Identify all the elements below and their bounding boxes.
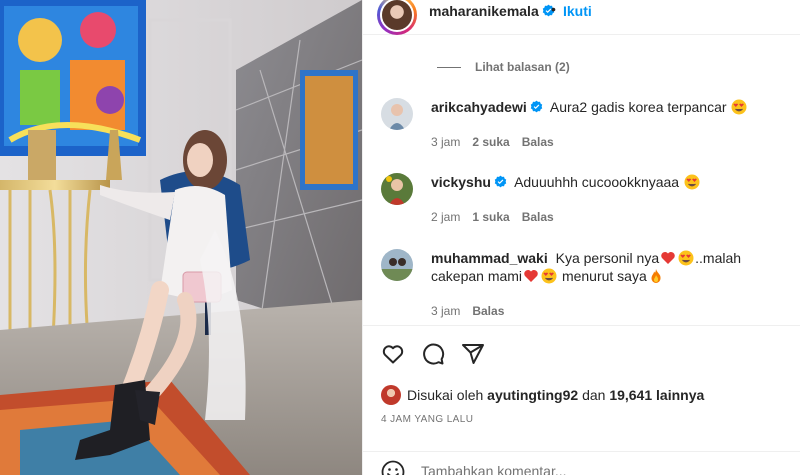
post-panel: maharanikemala • Ikuti Lihat balasan (2)… <box>362 0 800 475</box>
comment-time[interactable]: 3 jam <box>431 135 460 149</box>
add-comment-input[interactable] <box>421 460 781 475</box>
emoji-picker-icon[interactable] <box>381 460 405 475</box>
reply-button[interactable]: Balas <box>522 135 554 149</box>
post-timestamp[interactable]: 4 JAM YANG LALU <box>381 414 473 425</box>
comment-body: menurut saya <box>561 268 647 284</box>
heart-eyes-emoji-icon <box>684 174 700 190</box>
heart-eyes-emoji-icon <box>678 250 694 266</box>
comment-meta: 3 jam 2 suka Balas <box>431 135 566 149</box>
comment-meta: 3 jam Balas <box>431 304 516 318</box>
heart-eyes-emoji-icon <box>541 268 557 284</box>
likes-middle: dan <box>582 387 606 403</box>
comment-likes[interactable]: 1 suka <box>472 210 509 224</box>
comment-time[interactable]: 3 jam <box>431 304 460 318</box>
header-separator: • <box>551 1 556 17</box>
verified-badge-icon <box>530 100 542 113</box>
comment-username[interactable]: arikcahyadewi <box>431 99 543 115</box>
author-username[interactable]: maharanikemala <box>429 3 555 19</box>
heart-eyes-emoji-icon <box>731 99 747 115</box>
post-photo[interactable] <box>0 0 362 475</box>
commenter-avatar[interactable] <box>381 173 413 205</box>
likes-summary: Disukai oleh ayutingting92 dan 19,641 la… <box>381 385 704 405</box>
post-actions: Disukai oleh ayutingting92 dan 19,641 la… <box>363 325 800 475</box>
comment-meta: 2 jam 1 suka Balas <box>431 210 566 224</box>
heart-icon[interactable] <box>381 342 405 366</box>
comment-text: vickyshu Aduuuhhh cucoookknyaaa <box>431 173 791 191</box>
likes-count[interactable]: 19,641 lainnya <box>609 387 704 403</box>
comment-time[interactable]: 2 jam <box>431 210 460 224</box>
follow-button[interactable]: Ikuti <box>563 3 592 19</box>
author-avatar-ring[interactable] <box>377 0 417 35</box>
liker-avatar[interactable] <box>381 385 401 405</box>
comment-text: arikcahyadewi Aura2 gadis korea terpanca… <box>431 98 791 116</box>
comment-username[interactable]: vickyshu <box>431 174 507 190</box>
liker-username[interactable]: ayutingting92 <box>487 387 578 403</box>
comment-body: Aduuuhhh cucoookknyaaa <box>514 174 680 190</box>
view-replies-divider <box>437 67 461 69</box>
comment-likes[interactable]: 2 suka <box>472 135 509 149</box>
add-comment-bar <box>363 451 800 475</box>
red-heart-emoji-icon <box>524 270 538 282</box>
view-replies-button[interactable]: Lihat balasan (2) <box>437 60 570 74</box>
fire-emoji-icon <box>651 269 661 283</box>
comment-icon[interactable] <box>421 342 445 366</box>
comment-body: Kya personil nya <box>555 250 660 266</box>
post-header: maharanikemala • Ikuti <box>363 0 800 35</box>
verified-badge-icon <box>494 175 507 188</box>
commenter-avatar[interactable] <box>381 98 413 130</box>
comment-text: muhammad_waki Kya personil nya ..malah ca… <box>431 249 791 285</box>
comment-username[interactable]: muhammad_waki <box>431 250 548 266</box>
red-heart-emoji-icon <box>661 252 675 264</box>
author-avatar[interactable] <box>380 0 414 32</box>
author-username-text[interactable]: maharanikemala <box>429 3 539 19</box>
share-icon[interactable] <box>461 342 485 366</box>
comment-body: Aura2 gadis korea terpancar <box>549 99 727 115</box>
view-replies-label: Lihat balasan (2) <box>475 60 570 74</box>
post-photo-image <box>0 0 362 475</box>
reply-button[interactable]: Balas <box>472 304 504 318</box>
commenter-avatar[interactable] <box>381 249 413 281</box>
reply-button[interactable]: Balas <box>522 210 554 224</box>
likes-prefix: Disukai oleh <box>407 387 484 403</box>
